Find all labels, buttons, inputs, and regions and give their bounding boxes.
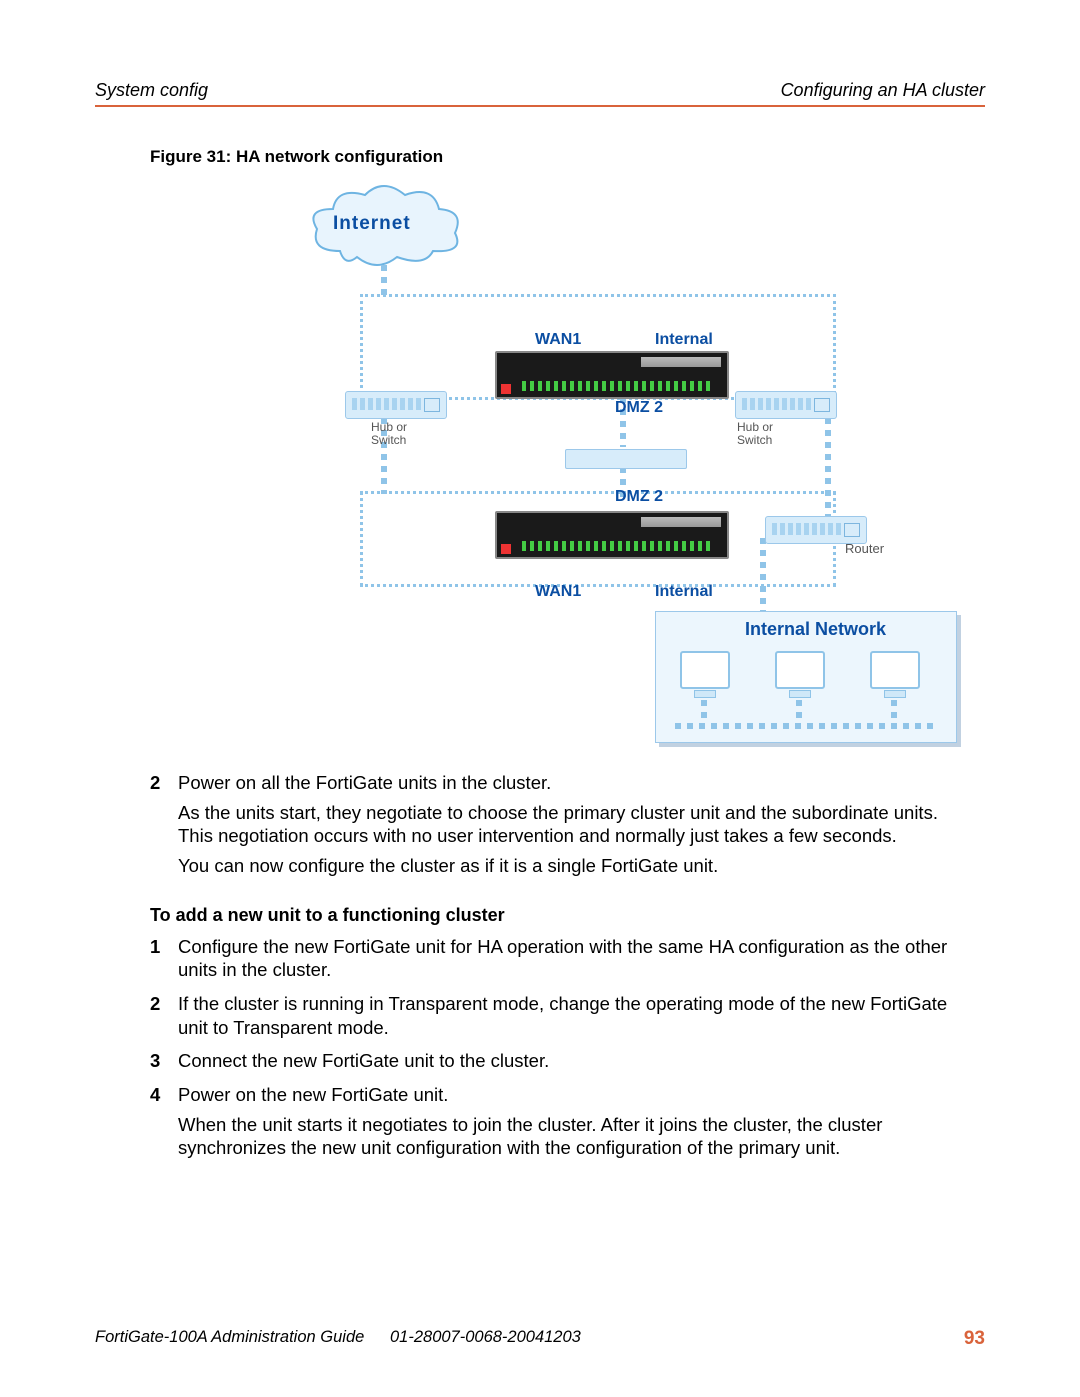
conn-ws — [701, 700, 707, 724]
header-rule — [95, 105, 985, 107]
right-hub-caption: Hub or Switch — [737, 421, 773, 447]
step-4: 4 Power on the new FortiGate unit. When … — [150, 1083, 975, 1166]
paragraph: Power on the new FortiGate unit. — [178, 1083, 975, 1107]
step-text: Power on the new FortiGate unit. When th… — [178, 1083, 975, 1166]
fortigate-lower-icon — [495, 511, 729, 559]
pre-step-2: 2 Power on all the FortiGate units in th… — [150, 771, 975, 884]
page-footer: FortiGate-100A Administration Guide 01-2… — [95, 1328, 985, 1347]
paragraph: Connect the new FortiGate unit to the cl… — [178, 1049, 549, 1073]
left-hub-caption: Hub or Switch — [371, 421, 407, 447]
step-3: 3 Connect the new FortiGate unit to the … — [150, 1049, 975, 1079]
step-text: Power on all the FortiGate units in the … — [178, 771, 975, 884]
internal-upper-label: Internal — [655, 331, 713, 349]
step-number: 2 — [150, 771, 178, 884]
dmz-upper-label: DMZ 2 — [615, 399, 663, 417]
running-head: System config Configuring an HA cluster — [95, 80, 985, 101]
step-text: If the cluster is running in Transparent… — [178, 992, 975, 1045]
page-number: 93 — [964, 1328, 985, 1350]
step-1: 1 Configure the new FortiGate unit for H… — [150, 935, 975, 988]
paragraph: Power on all the FortiGate units in the … — [178, 771, 975, 795]
paragraph: When the unit starts it negotiates to jo… — [178, 1113, 975, 1160]
dmz-switch-icon — [565, 449, 687, 469]
footer-guide: FortiGate-100A Administration Guide — [95, 1328, 364, 1346]
step-text: Configure the new FortiGate unit for HA … — [178, 935, 975, 988]
workstation-icon — [775, 651, 825, 696]
conn-ws-bus — [675, 723, 935, 729]
left-hub-switch-icon — [345, 391, 447, 419]
conn-ws — [796, 700, 802, 724]
figure-caption: Figure 31: HA network configuration — [150, 147, 985, 167]
paragraph: If the cluster is running in Transparent… — [178, 992, 975, 1039]
wan1-lower-label: WAN1 — [535, 583, 581, 601]
dmz-lower-label: DMZ 2 — [615, 488, 663, 506]
conn-ws — [891, 700, 897, 724]
internet-label: Internet — [333, 213, 411, 235]
step-number: 4 — [150, 1083, 178, 1166]
procedure-heading: To add a new unit to a functioning clust… — [150, 904, 975, 927]
step-number: 2 — [150, 992, 178, 1045]
paragraph: You can now configure the cluster as if … — [178, 854, 975, 878]
figure-diagram: Internet WAN1 Internal DMZ 2 DMZ 2 WAN1 … — [185, 181, 955, 751]
internal-lower-label: Internal — [655, 583, 713, 601]
paragraph: Configure the new FortiGate unit for HA … — [178, 935, 975, 982]
conn-router-down — [760, 538, 766, 613]
step-2: 2 If the cluster is running in Transpare… — [150, 992, 975, 1045]
step-number: 3 — [150, 1049, 178, 1079]
footer-docnum: 01-28007-0068-20041203 — [390, 1328, 581, 1347]
wan1-upper-label: WAN1 — [535, 331, 581, 349]
workstation-icon — [870, 651, 920, 696]
fortigate-upper-icon — [495, 351, 729, 399]
runhead-left: System config — [95, 80, 208, 101]
step-text: Connect the new FortiGate unit to the cl… — [178, 1049, 549, 1079]
paragraph: As the units start, they negotiate to ch… — [178, 801, 975, 848]
step-number: 1 — [150, 935, 178, 988]
workstation-icon — [680, 651, 730, 696]
router-caption: Router — [845, 541, 884, 556]
runhead-right: Configuring an HA cluster — [781, 80, 985, 101]
conn-cloud-frame — [381, 265, 387, 295]
internal-network-label: Internal Network — [745, 619, 886, 640]
right-hub-switch-icon — [735, 391, 837, 419]
router-icon — [765, 516, 867, 544]
